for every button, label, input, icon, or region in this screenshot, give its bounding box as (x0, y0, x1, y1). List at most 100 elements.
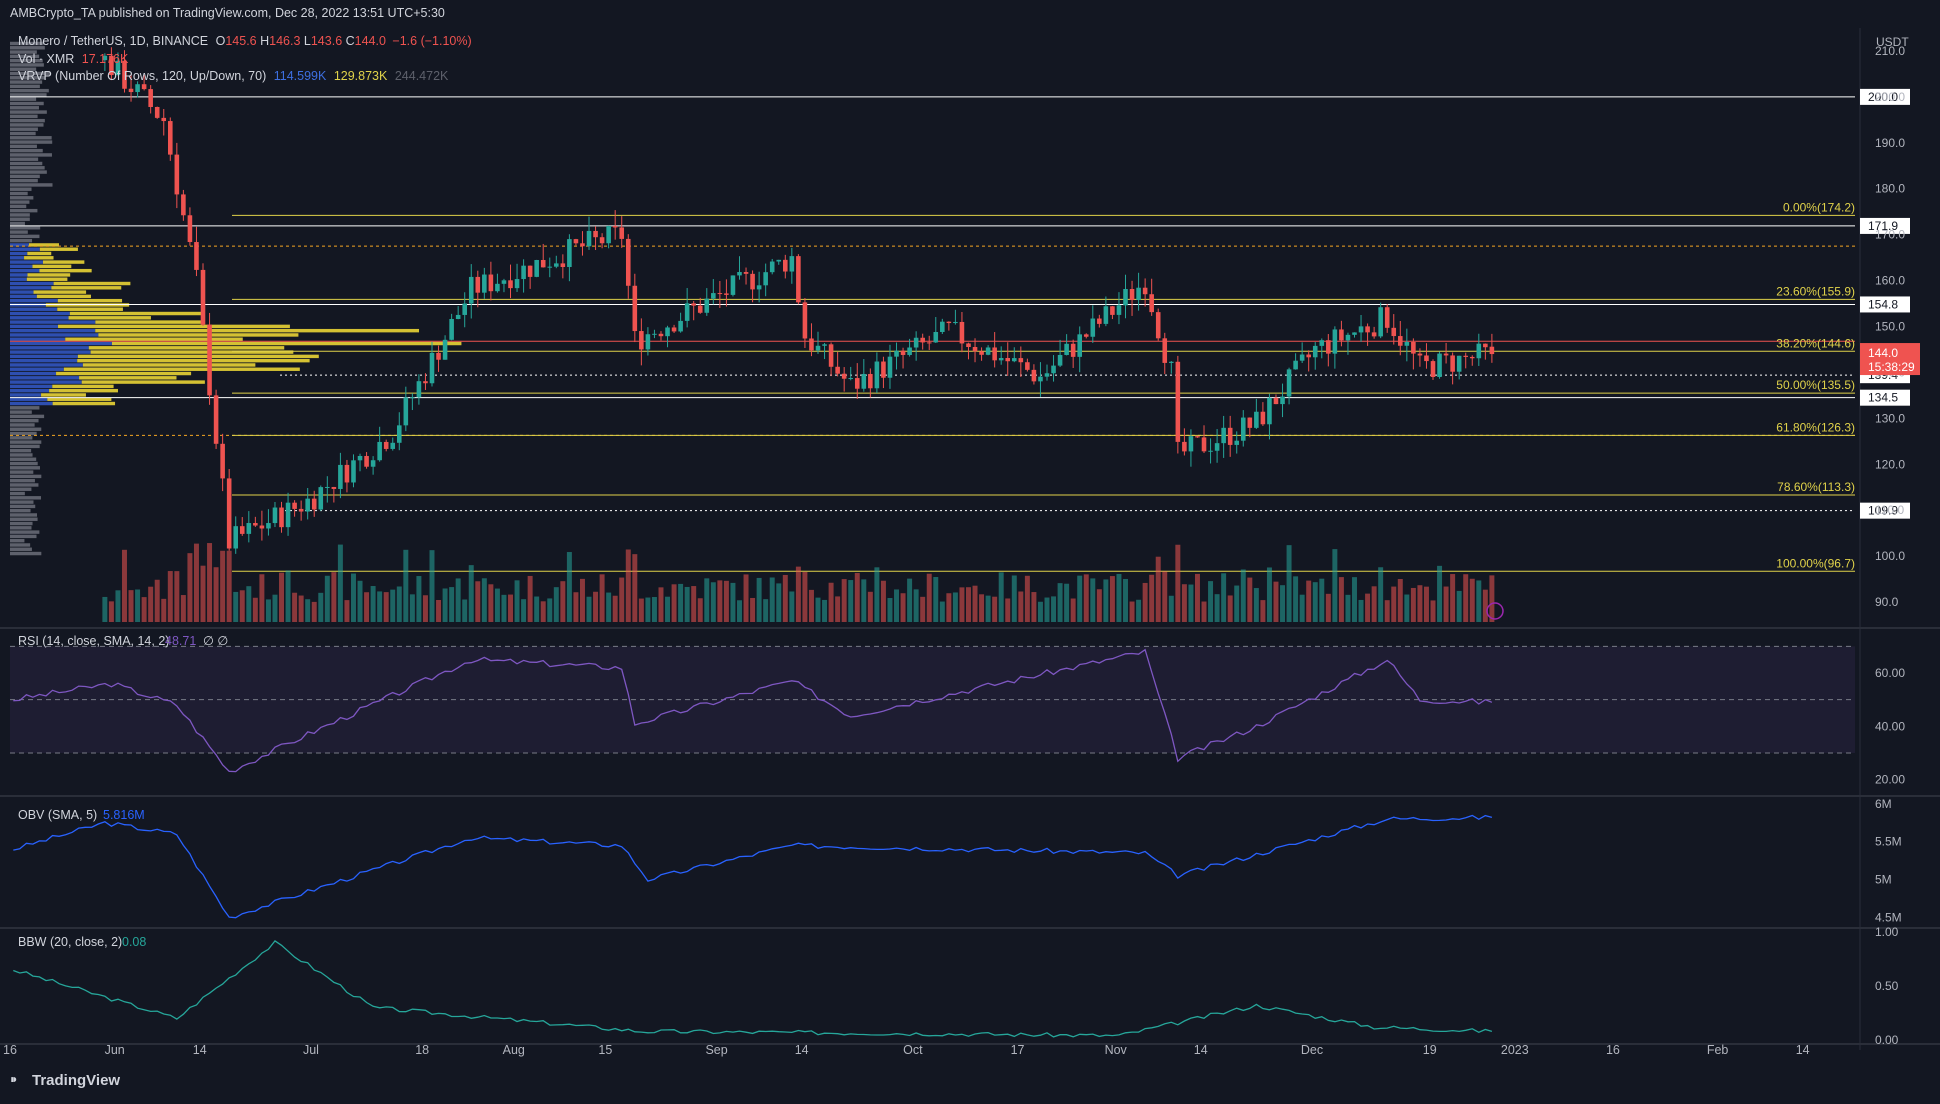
volume-bar (1070, 598, 1076, 622)
vp-row-down (49, 388, 118, 393)
volume-bar (324, 575, 330, 622)
candle-body (1280, 396, 1285, 405)
volume-bar (1221, 573, 1227, 622)
volume-bar (1194, 573, 1200, 622)
vp-row-down (63, 367, 300, 371)
volume-bar (180, 595, 186, 622)
obv-axis-tick: 4.5M (1875, 910, 1902, 924)
vp-row (10, 196, 34, 200)
volume-bar (802, 571, 808, 622)
volume-bar (1031, 592, 1037, 622)
volume-bar (390, 589, 396, 622)
candle-body (1162, 338, 1168, 363)
candle-body (1411, 341, 1416, 354)
price-axis-tick: 190.0 (1875, 136, 1905, 150)
candle-body (1234, 440, 1240, 445)
vp-row-up (10, 363, 83, 367)
vp-row-up (10, 251, 28, 256)
volume-bar (148, 586, 154, 622)
volume-bar (776, 583, 782, 622)
vrvp-label[interactable]: VRVP (Number Of Rows, 120, Up/Down, 70) (18, 69, 266, 83)
volume-bar (1312, 582, 1318, 622)
vp-row-up (10, 333, 99, 337)
vp-row (10, 131, 36, 136)
volume-bar (841, 579, 847, 622)
candle-body (966, 343, 971, 348)
time-axis-tick: 17 (1011, 1043, 1025, 1057)
candle-body (1384, 307, 1390, 328)
vp-row (10, 530, 40, 534)
candle-body (1424, 355, 1429, 362)
volume-bar (1430, 600, 1436, 622)
vp-row (10, 174, 40, 179)
candle-body (1312, 345, 1318, 358)
vp-row (10, 226, 41, 230)
symbol-name[interactable]: Monero / TetherUS, 1D, BINANCE (18, 34, 208, 48)
vp-row (10, 453, 33, 457)
candle-body (848, 378, 854, 380)
vp-row (10, 153, 52, 157)
vp-row-down (32, 264, 72, 269)
candle-body (279, 507, 284, 528)
candle-body (926, 342, 932, 344)
vp-row (10, 543, 31, 547)
volume-bar (1096, 589, 1102, 622)
vp-row (10, 461, 38, 466)
volume-bar (213, 567, 219, 622)
volume-bar (272, 594, 278, 622)
volume-bar (1371, 586, 1377, 622)
candle-body (1404, 341, 1410, 346)
volume-bar (1384, 600, 1390, 622)
volume-bar (1064, 583, 1070, 622)
volume-bar (651, 597, 657, 622)
candle-body (370, 460, 376, 467)
candle-body (1299, 354, 1305, 361)
price-axis-tick: 150.0 (1875, 320, 1905, 334)
candle-body (1097, 318, 1102, 324)
candle-body (1260, 411, 1266, 425)
candle-body (1227, 427, 1233, 445)
vrvp-down-value: 129.873K (333, 69, 388, 83)
fib-level-label: 100.00%(96.7) (1776, 556, 1855, 570)
volume-label[interactable]: Vol · XMR (18, 52, 74, 66)
vp-row (10, 191, 28, 196)
volume-bar (259, 574, 265, 622)
volume-bar (1123, 578, 1128, 622)
volume-bar (586, 596, 592, 622)
candle-body (972, 347, 978, 352)
candle-body (318, 487, 324, 510)
volume-bar (1273, 581, 1279, 622)
candle-body (1182, 441, 1187, 452)
volume-bar (1109, 576, 1115, 622)
obv-axis-tick: 6M (1875, 797, 1892, 811)
volume-bar (1266, 567, 1272, 622)
volume-bar (593, 591, 599, 622)
vp-row-down (52, 401, 116, 406)
vp-row-up (10, 367, 64, 371)
time-axis-tick: 14 (1194, 1043, 1208, 1057)
vp-row (10, 114, 38, 119)
candle-body (599, 237, 605, 244)
vp-row (10, 538, 25, 543)
candle-body (213, 395, 219, 444)
vp-row-up (10, 328, 96, 333)
volume-bar (193, 543, 199, 622)
volume-bar (350, 573, 356, 622)
vp-row (10, 508, 31, 513)
candle-body (390, 442, 396, 449)
candle-body (396, 425, 402, 443)
volume-bar (488, 584, 494, 622)
vp-row (10, 436, 33, 440)
volume-bar (187, 553, 193, 622)
time-axis-tick: 18 (415, 1043, 429, 1057)
vp-row-down (69, 311, 205, 316)
candle-body (1025, 362, 1030, 370)
chart-svg[interactable]: 200.0171.9154.8139.4134.5109.90.00%(174.… (0, 0, 1940, 1099)
tradingview-logo[interactable]: ⁍ TradingView (10, 1071, 120, 1089)
vp-row-up (10, 286, 52, 290)
candle-body (789, 256, 795, 272)
price-legend: Monero / TetherUS, 1D, BINANCE O145.6 H1… (18, 34, 476, 48)
volume-bar (835, 596, 841, 622)
time-axis-tick: 2023 (1501, 1043, 1529, 1057)
candle-body (521, 265, 526, 280)
